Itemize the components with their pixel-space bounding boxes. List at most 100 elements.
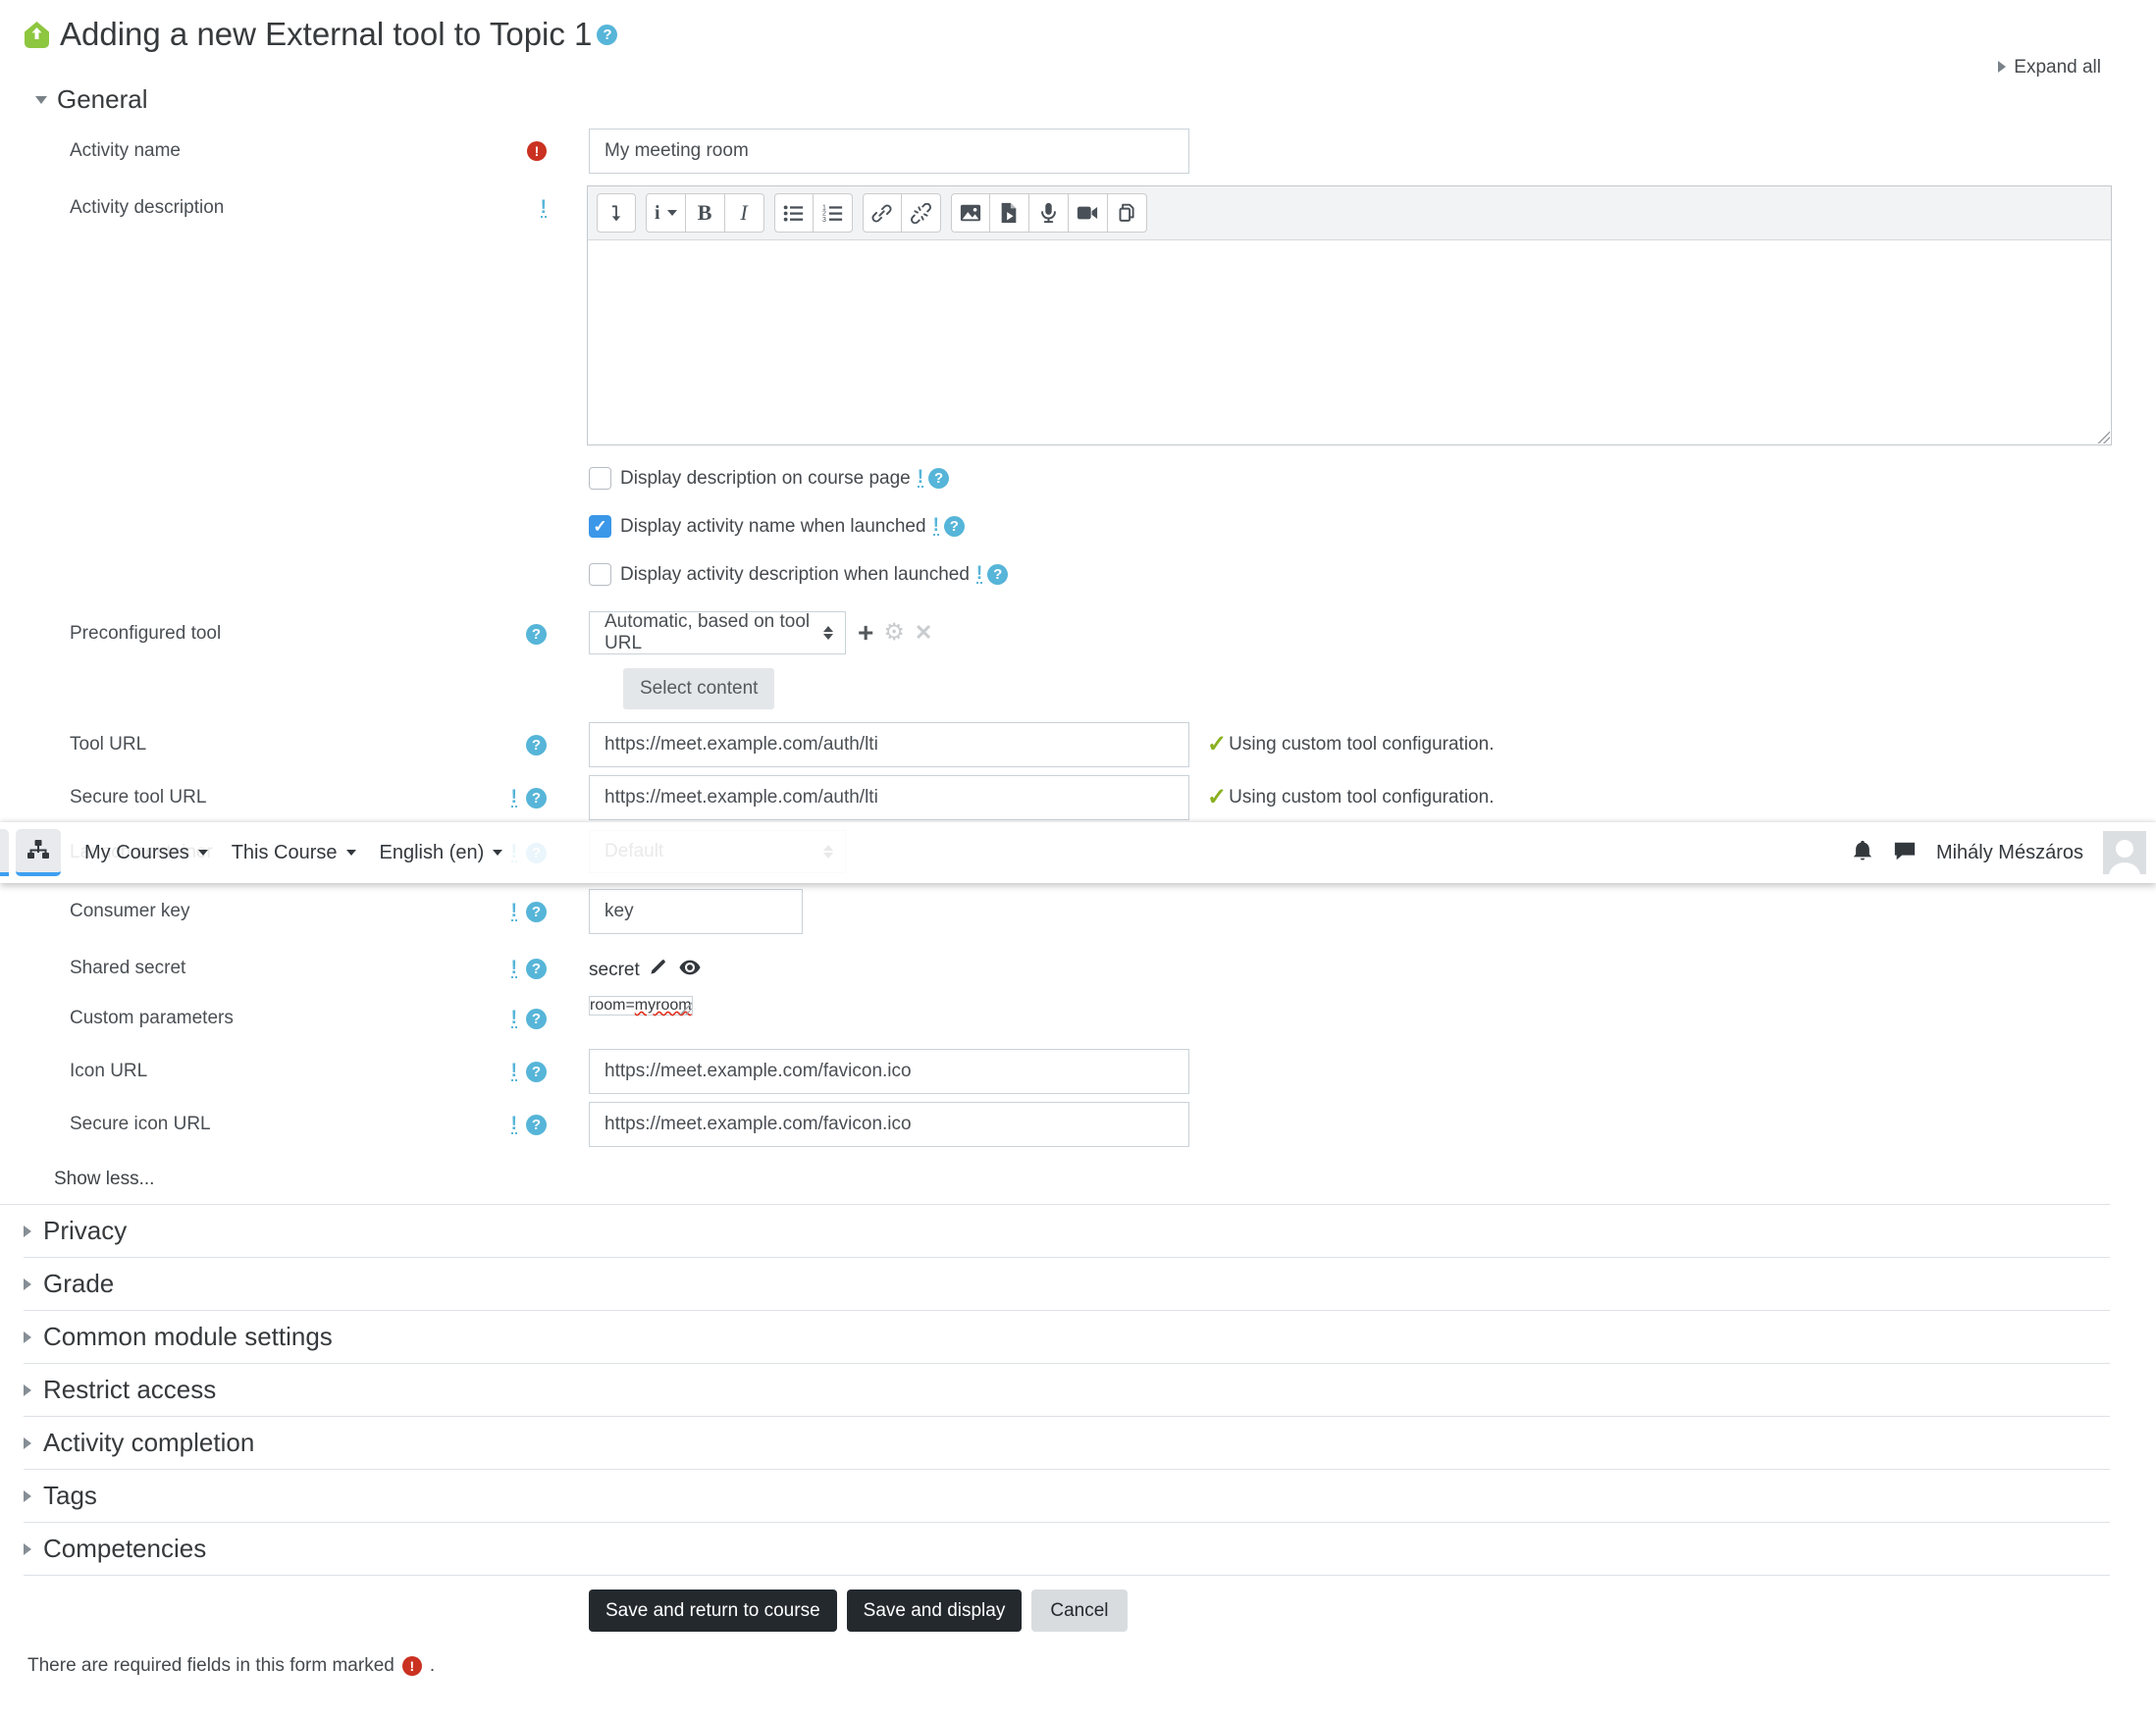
italic-icon[interactable]: I — [724, 193, 764, 233]
unordered-list-icon[interactable] — [773, 193, 814, 233]
user-name[interactable]: Mihály Mészáros — [1936, 842, 2083, 864]
add-tool-icon[interactable]: + — [858, 619, 873, 647]
section-privacy[interactable]: Privacy — [24, 1205, 2110, 1258]
nav-tab-partial[interactable] — [0, 829, 9, 876]
field-label: Secure icon URL — [70, 1114, 211, 1134]
paragraph-styles-icon[interactable]: i — [646, 193, 686, 233]
chevron-right-icon — [24, 1542, 31, 1555]
help-icon[interactable] — [526, 1008, 547, 1029]
warning-icon[interactable] — [510, 1116, 517, 1134]
help-icon[interactable] — [597, 24, 618, 45]
expand-all-toggle[interactable]: Expand all — [0, 57, 2101, 78]
help-icon[interactable] — [943, 516, 965, 537]
section-grade[interactable]: Grade — [24, 1258, 2110, 1311]
checkbox-checked[interactable] — [589, 515, 611, 538]
required-fields-note: There are required fields in this form m… — [27, 1655, 2156, 1677]
section-common-module-settings[interactable]: Common module settings — [24, 1311, 2110, 1364]
secure-icon-url-input[interactable] — [589, 1102, 1189, 1147]
record-audio-icon[interactable] — [1028, 193, 1069, 233]
select-content-button[interactable]: Select content — [623, 668, 775, 709]
show-less-link[interactable]: Show less... — [54, 1169, 2156, 1190]
display-description-checkbox-row: Display description on course page — [589, 467, 2156, 490]
chevron-right-icon — [24, 1330, 31, 1343]
nav-language[interactable]: English (en) — [380, 842, 503, 864]
save-and-display-button[interactable]: Save and display — [846, 1590, 1023, 1632]
unlink-icon[interactable] — [901, 193, 941, 233]
insert-media-icon[interactable] — [989, 193, 1029, 233]
ordered-list-icon[interactable]: 123 — [813, 193, 853, 233]
secure-tool-url-status: Using custom tool configuration. — [1207, 787, 1494, 808]
insert-image-icon[interactable] — [950, 193, 990, 233]
svg-text:3: 3 — [822, 216, 826, 223]
warning-icon[interactable] — [540, 199, 547, 218]
editor-content-area[interactable] — [588, 239, 2111, 444]
field-label: Icon URL — [70, 1061, 148, 1081]
warning-icon[interactable] — [510, 789, 517, 808]
section-tags[interactable]: Tags — [24, 1470, 2110, 1523]
section-general[interactable]: General — [35, 84, 2156, 115]
secure-icon-url-row: Secure icon URL — [0, 1102, 2156, 1147]
chevron-right-icon — [24, 1489, 31, 1502]
display-options: Display description on course page Displ… — [0, 467, 2156, 586]
link-icon[interactable] — [862, 193, 902, 233]
chevron-right-icon — [24, 1436, 31, 1449]
help-icon[interactable] — [526, 787, 547, 808]
warning-icon[interactable] — [510, 1010, 517, 1028]
warning-icon[interactable] — [510, 960, 517, 978]
edit-pencil-icon[interactable] — [649, 958, 667, 982]
chevron-down-icon — [345, 850, 356, 856]
warning-icon[interactable] — [932, 517, 939, 536]
icon-url-input[interactable] — [589, 1049, 1189, 1094]
collapse-toolbar-icon[interactable] — [597, 193, 636, 233]
help-icon[interactable] — [526, 958, 547, 979]
section-competencies[interactable]: Competencies — [24, 1523, 2110, 1576]
chevron-right-icon — [24, 1383, 31, 1396]
checkbox-unchecked[interactable] — [589, 563, 611, 586]
consumer-key-input[interactable] — [589, 889, 803, 934]
preconfigured-tool-select[interactable]: Automatic, based on tool URL — [589, 611, 846, 654]
section-restrict-access[interactable]: Restrict access — [24, 1364, 2110, 1417]
avatar[interactable] — [2103, 831, 2146, 874]
floating-navbar: My Courses This Course English (en) Mihá… — [0, 822, 2156, 883]
consumer-key-row: Consumer key — [0, 889, 2156, 934]
activity-description-row: Activity description i B I — [0, 185, 2156, 445]
record-video-icon[interactable] — [1068, 193, 1108, 233]
shared-secret-value: secret — [589, 959, 640, 980]
tool-url-input[interactable] — [589, 722, 1189, 767]
external-tool-icon — [24, 21, 50, 49]
activity-name-input[interactable] — [589, 129, 1189, 174]
help-icon[interactable] — [526, 1061, 547, 1082]
page-title: Adding a new External tool to Topic 1 — [60, 16, 593, 52]
section-activity-completion[interactable]: Activity completion — [24, 1417, 2110, 1470]
chat-icon[interactable] — [1893, 840, 1917, 866]
warning-icon[interactable] — [975, 565, 983, 584]
secure-tool-url-input[interactable] — [589, 775, 1189, 820]
help-icon[interactable] — [526, 623, 547, 645]
nav-my-courses[interactable]: My Courses — [84, 842, 208, 864]
sitemap-icon[interactable] — [16, 829, 61, 876]
cancel-button[interactable]: Cancel — [1031, 1590, 1128, 1632]
show-secret-eye-icon[interactable] — [679, 960, 701, 981]
nav-this-course[interactable]: This Course — [232, 842, 356, 864]
help-icon[interactable] — [928, 468, 950, 489]
bold-icon[interactable]: B — [685, 193, 725, 233]
help-icon[interactable] — [526, 901, 547, 922]
required-icon — [401, 1656, 422, 1676]
bell-icon[interactable] — [1852, 839, 1873, 867]
save-and-return-button[interactable]: Save and return to course — [589, 1590, 837, 1632]
help-icon[interactable] — [526, 734, 547, 756]
warning-icon[interactable] — [510, 903, 517, 921]
warning-icon[interactable] — [917, 469, 924, 488]
help-icon[interactable] — [987, 564, 1009, 585]
field-label: Shared secret — [70, 958, 186, 978]
tool-url-row: Tool URL Using custom tool configuration… — [0, 722, 2156, 767]
manage-files-icon[interactable] — [1107, 193, 1147, 233]
resize-handle[interactable] — [2096, 430, 2110, 443]
preconfigured-tool-row: Preconfigured tool Automatic, based on t… — [0, 611, 2156, 654]
field-label: Consumer key — [70, 901, 190, 921]
resize-handle[interactable] — [677, 1001, 692, 1015]
checkbox-unchecked[interactable] — [589, 467, 611, 490]
warning-icon[interactable] — [510, 1063, 517, 1081]
activity-name-row: Activity name — [0, 129, 2156, 174]
help-icon[interactable] — [526, 1114, 547, 1135]
